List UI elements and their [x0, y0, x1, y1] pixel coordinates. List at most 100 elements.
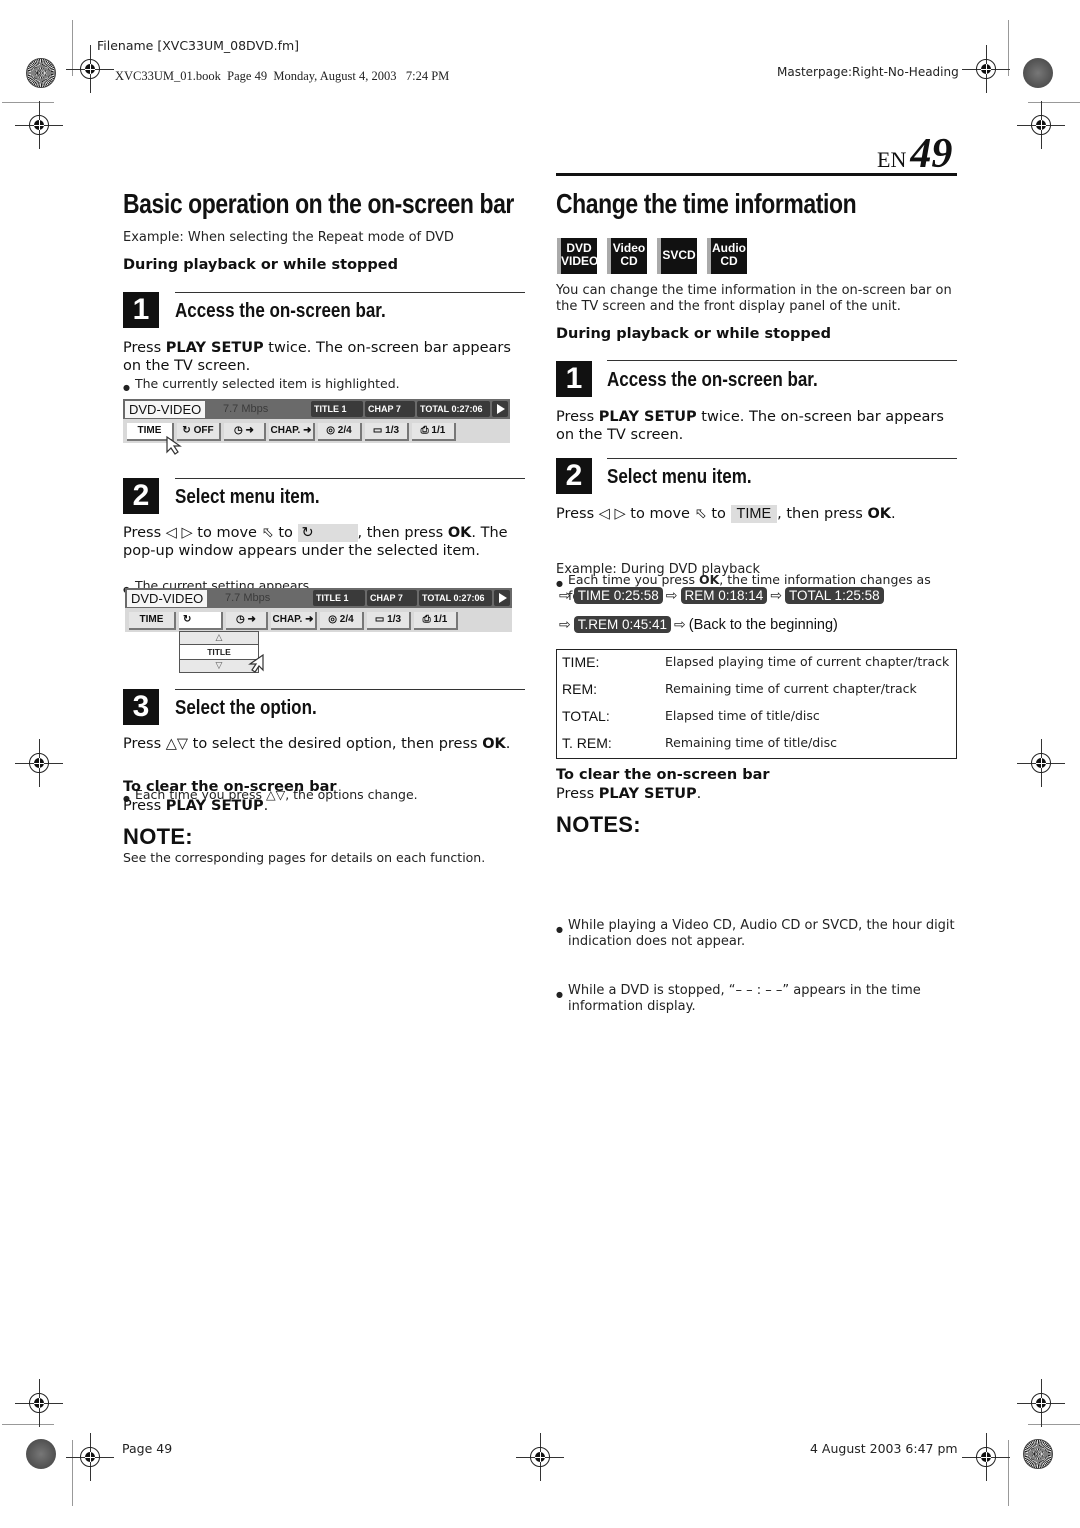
note-item: While a DVD is stopped, “– – : – –” appe… — [556, 983, 958, 1015]
key-play-setup: PLAY SETUP — [165, 340, 264, 356]
osd-angle-button[interactable]: ⎙ 1/1 — [414, 612, 458, 630]
page-number-value: 49 — [910, 131, 953, 177]
condition-heading: During playback or while stopped — [123, 257, 399, 273]
osd-subtitle-button[interactable]: ▭ 1/3 — [367, 612, 411, 630]
step-divider — [175, 689, 525, 690]
arrow-icon: ⇨ — [559, 588, 571, 604]
masterpage-label: Masterpage:Right-No-Heading — [777, 65, 959, 79]
intro-text: You can change the time information in t… — [556, 283, 952, 314]
example-text: Example: During DVD playback — [556, 562, 760, 577]
table-row: TOTAL: Elapsed time of title/disc — [562, 708, 820, 724]
time-item-chip: TIME — [730, 505, 778, 523]
osd-time-search-button[interactable]: ◷ ➜ — [224, 423, 266, 441]
section-title-basic-operation: Basic operation on the on-screen bar — [123, 188, 514, 219]
arrow-icon: ⇨ — [665, 588, 678, 604]
total-time-indicator: TOTAL 0:27:06 — [419, 590, 492, 606]
osd-chapter-search-button[interactable]: CHAP. ➜ — [271, 612, 317, 630]
step-1-bullet: The currently selected item is highlight… — [123, 376, 523, 396]
color-target-icon — [1023, 1439, 1053, 1469]
disc-format-label: DVD-VIDEO — [125, 401, 206, 418]
osd-audio-button[interactable]: ◎ 2/4 — [320, 612, 364, 630]
popup-up-arrow-icon[interactable]: △ — [180, 632, 258, 644]
repeat-item-chip: ↻ — [297, 524, 358, 542]
clear-bar-text: Press PLAY SETUP. — [123, 798, 269, 814]
section-title-change-time: Change the time information — [556, 188, 857, 219]
title-indicator: TITLE 1 — [311, 401, 363, 417]
note-text: See the corresponding pages for details … — [123, 850, 486, 865]
step-1-title: Access the on-screen bar. — [175, 300, 386, 322]
step-number-1: 1 — [123, 292, 159, 328]
time-chip: TIME 0:25:58 — [573, 587, 663, 604]
step-divider — [607, 458, 957, 459]
play-icon — [494, 590, 510, 606]
registration-mark-icon — [962, 45, 1010, 93]
total-chip: TOTAL 1:25:58 — [785, 587, 884, 604]
language-code: EN — [877, 147, 907, 172]
osd-chapter-search-button[interactable]: CHAP. ➜ — [269, 423, 315, 441]
osd-repeat-button[interactable]: ↻ OFF — [177, 423, 221, 441]
time-definitions-table: TIME: Elapsed playing time of current cha… — [556, 649, 957, 759]
crop-line — [72, 1440, 73, 1506]
step-1-title: Access the on-screen bar. — [607, 369, 818, 391]
registration-mark-icon — [516, 1433, 564, 1481]
table-row: TIME: Elapsed playing time of current cha… — [562, 654, 950, 670]
note-heading: NOTE: — [123, 824, 193, 849]
step-number-2: 2 — [123, 478, 159, 514]
step-2-text: Press ◁ ▷ to move ⬁ to TIME, then press … — [556, 505, 896, 523]
sequence-end-text: (Back to the beginning) — [688, 617, 838, 633]
color-target-icon — [26, 58, 56, 88]
osd-repeat-button[interactable]: ↻ — [179, 612, 223, 630]
step-1-text: Press PLAY SETUP twice. The on-screen ba… — [123, 340, 511, 374]
disc-format-label: DVD-VIDEO — [127, 590, 208, 607]
step-divider — [175, 292, 525, 293]
footer-date-label: 4 August 2003 6:47 pm — [810, 1441, 958, 1456]
chapter-indicator: CHAP 7 — [365, 401, 415, 417]
step-number-3: 3 — [123, 689, 159, 725]
trem-chip: T.REM 0:45:41 — [573, 616, 672, 633]
example-text: Example: When selecting the Repeat mode … — [123, 230, 454, 245]
registration-mark-icon — [1017, 101, 1065, 149]
clear-bar-heading: To clear the on-screen bar — [556, 767, 770, 783]
osd-angle-button[interactable]: ⎙ 1/1 — [412, 423, 456, 441]
gray-target-icon — [1023, 58, 1053, 88]
cursor-arrow-icon — [248, 653, 264, 673]
registration-mark-icon — [1017, 739, 1065, 787]
step-2-text: Press ◁ ▷ to move ⬁ to ↻, then press OK.… — [123, 524, 508, 559]
registration-mark-icon — [1017, 1379, 1065, 1427]
time-sequence-row-1: ⇨ TIME 0:25:58 ⇨ REM 0:18:14 ⇨ TOTAL 1:25:58 — [556, 585, 884, 604]
page-number: EN 49 — [877, 130, 952, 178]
table-row: REM: Remaining time of current chapter/tr… — [562, 681, 917, 697]
filename-label: Filename [XVC33UM_08DVD.fm] — [97, 38, 300, 53]
registration-mark-icon — [962, 1433, 1010, 1481]
registration-mark-icon — [66, 45, 114, 93]
osd-audio-button[interactable]: ◎ 2/4 — [318, 423, 362, 441]
crop-line — [1028, 102, 1080, 103]
chapter-indicator: CHAP 7 — [367, 590, 417, 606]
osd-subtitle-button[interactable]: ▭ 1/3 — [365, 423, 409, 441]
gray-target-icon — [26, 1439, 56, 1469]
crop-line — [1008, 1440, 1009, 1506]
header-rule — [556, 173, 957, 176]
osd-time-search-button[interactable]: ◷ ➜ — [226, 612, 268, 630]
osd-time-button[interactable]: TIME — [129, 612, 176, 630]
play-icon — [492, 401, 508, 417]
condition-heading: During playback or while stopped — [556, 326, 832, 342]
registration-mark-icon — [15, 739, 63, 787]
crop-line — [1028, 1424, 1080, 1425]
arrow-icon: ⇨ — [770, 588, 783, 604]
clear-bar-heading: To clear the on-screen bar — [123, 779, 337, 795]
registration-mark-icon — [66, 1433, 114, 1481]
step-number-2: 2 — [556, 458, 592, 494]
step-number-1: 1 — [556, 361, 592, 397]
step-2-title: Select menu item. — [607, 466, 752, 488]
step-3-text: Press △▽ to select the desired option, t… — [123, 736, 511, 752]
badge-audio-cd: Audio CD — [707, 238, 747, 274]
bitrate-label: 7.7 Mbps — [223, 403, 269, 415]
onscreen-bar-example-2: DVD-VIDEO 7.7 Mbps TITLE 1 CHAP 7 TOTAL … — [125, 588, 512, 632]
arrow-icon: ⇨ — [559, 617, 571, 633]
bitrate-label: 7.7 Mbps — [225, 592, 271, 604]
registration-mark-icon — [15, 1379, 63, 1427]
arrow-icon: ⇨ — [674, 617, 686, 633]
rem-chip: REM 0:18:14 — [680, 587, 768, 604]
notes-heading: NOTES: — [556, 812, 641, 837]
